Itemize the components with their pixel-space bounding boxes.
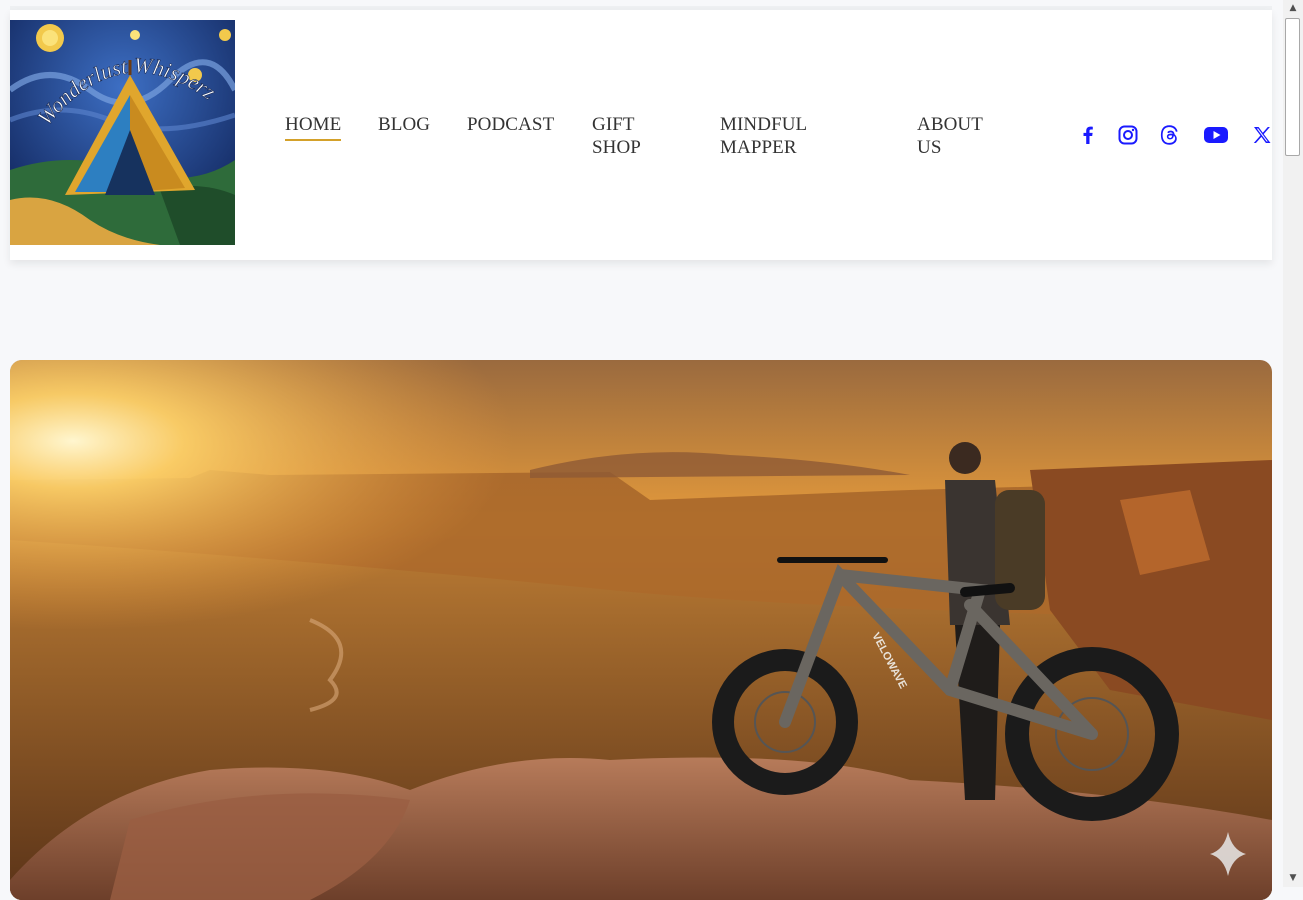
scroll-thumb[interactable] — [1285, 18, 1300, 156]
nav-mindful-mapper[interactable]: MINDFUL MAPPER — [720, 113, 830, 159]
threads-icon[interactable] — [1158, 123, 1182, 147]
nav-blog[interactable]: BLOG — [378, 113, 430, 136]
x-twitter-icon[interactable] — [1250, 123, 1274, 147]
youtube-icon[interactable] — [1203, 123, 1229, 147]
logo-image: Wonderlust Whisperz — [10, 20, 235, 245]
nav-gift-shop[interactable]: GIFT SHOP — [592, 113, 652, 159]
hero-image: VELOWAVE — [10, 360, 1272, 900]
page: Wonderlust Whisperz HOME BLOG PODCAST GI… — [0, 0, 1283, 900]
instagram-icon[interactable] — [1116, 123, 1140, 147]
nav-about-us[interactable]: ABOUT US — [917, 113, 992, 159]
scroll-up-arrow-icon[interactable]: ▲ — [1283, 0, 1303, 17]
site-header: Wonderlust Whisperz HOME BLOG PODCAST GI… — [10, 10, 1272, 260]
facebook-icon[interactable] — [1076, 123, 1100, 147]
nav-home[interactable]: HOME — [285, 113, 342, 141]
nav-podcast[interactable]: PODCAST — [467, 113, 554, 136]
scroll-down-arrow-icon[interactable]: ▼ — [1283, 870, 1303, 887]
site-logo[interactable]: Wonderlust Whisperz — [10, 20, 235, 245]
scrollbar[interactable]: ▲ ▼ — [1283, 0, 1303, 887]
